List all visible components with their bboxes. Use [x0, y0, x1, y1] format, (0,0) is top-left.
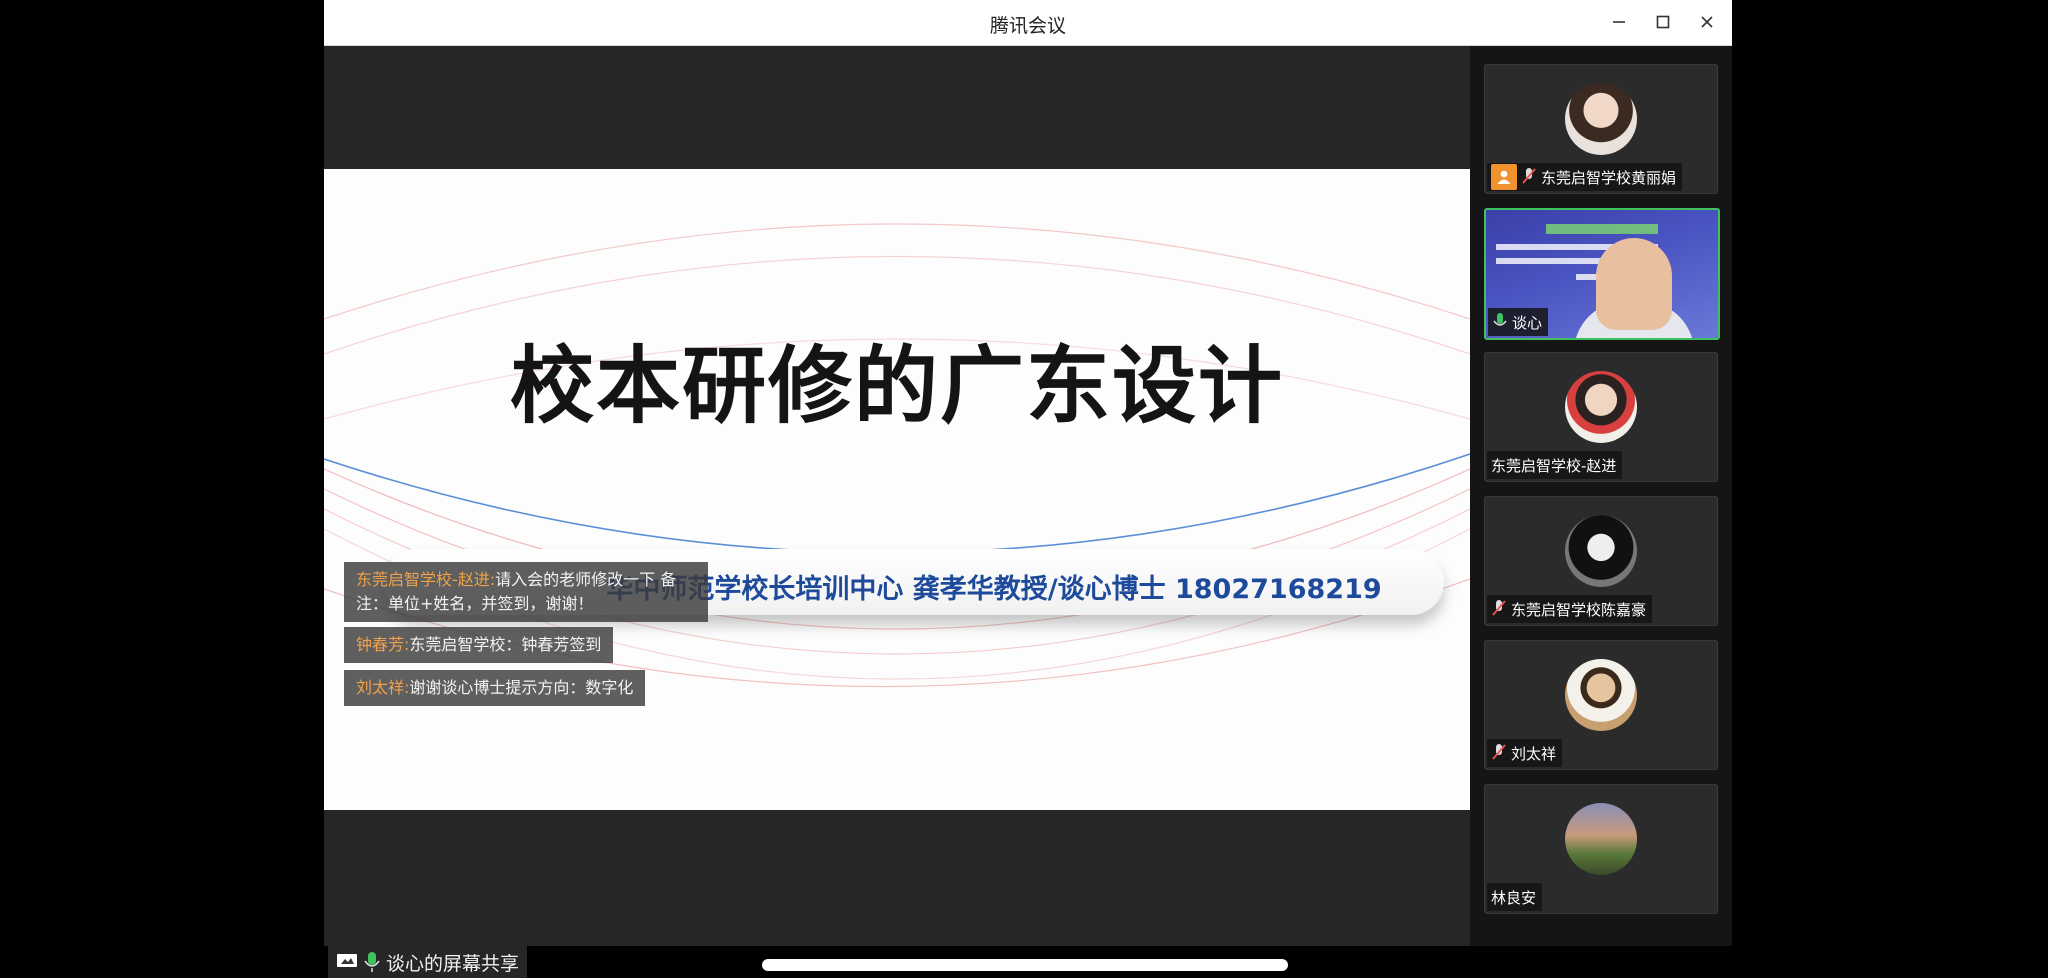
- chat-bubble: 钟春芳:东莞启智学校：钟春芳签到: [344, 627, 614, 663]
- microphone-icon: [364, 952, 380, 972]
- participant-tile[interactable]: 林良安: [1484, 784, 1718, 914]
- maximize-icon: [1656, 15, 1670, 29]
- participant-tile-active[interactable]: 谈心: [1484, 208, 1720, 340]
- participant-name: 东莞启智学校-赵进: [1491, 456, 1617, 475]
- participant-tile[interactable]: 东莞启智学校陈嘉豪: [1484, 496, 1718, 626]
- slide-title: 校本研修的广东设计: [509, 337, 1284, 435]
- participant-name: 谈心: [1512, 313, 1543, 332]
- participant-tile[interactable]: 东莞启智学校黄丽娟: [1484, 64, 1718, 194]
- participant-name-bar: 林良安: [1487, 883, 1543, 911]
- participant-name-bar: 谈心: [1488, 308, 1549, 336]
- slide-decoration-curves: [324, 223, 1470, 688]
- window-title: 腾讯会议: [989, 15, 1066, 37]
- avatar: [1565, 371, 1637, 443]
- screen-share-label: 谈心的屏幕共享: [386, 952, 520, 975]
- screen-share-icon: [337, 954, 357, 967]
- participant-name-bar: 刘太祥: [1487, 739, 1563, 767]
- mic-muted-icon: [1522, 168, 1536, 184]
- home-indicator[interactable]: [762, 959, 1288, 971]
- participant-panel: 东莞启智学校黄丽娟 谈心 东莞启智学校-赵进 东莞启智学校陈嘉豪 刘太祥 林良安: [1470, 46, 1732, 946]
- minimize-button[interactable]: [1602, 8, 1636, 36]
- chat-sender: 钟春芳:: [356, 635, 410, 654]
- participant-name: 林良安: [1491, 888, 1537, 907]
- participant-name: 东莞启智学校黄丽娟: [1541, 168, 1677, 187]
- minimize-icon: [1613, 21, 1625, 23]
- mic-muted-icon: [1492, 744, 1506, 760]
- chat-sender: 刘太祥:: [356, 678, 410, 697]
- microphone-icon: [1493, 313, 1507, 326]
- participant-name-bar: 东莞启智学校-赵进: [1487, 451, 1623, 479]
- chat-message: 东莞启智学校：钟春芳签到: [409, 635, 602, 654]
- participant-tile[interactable]: 东莞启智学校-赵进: [1484, 352, 1718, 482]
- participant-name: 刘太祥: [1511, 744, 1557, 763]
- participant-name-bar: 东莞启智学校黄丽娟: [1487, 163, 1683, 191]
- avatar: [1565, 515, 1637, 587]
- close-button[interactable]: [1690, 8, 1724, 36]
- shared-slide: 校本研修的广东设计 华中师范学校长培训中心 龚孝华教授/谈心博士 1802716…: [324, 169, 1470, 810]
- title-bar: 腾讯会议: [324, 0, 1732, 46]
- avatar: [1565, 83, 1637, 155]
- mic-muted-icon: [1492, 600, 1506, 616]
- chat-bubble: 东莞启智学校-赵进:请入会的老师修改一下 备注：单位+姓名，并签到，谢谢！: [344, 562, 708, 622]
- meeting-window: 腾讯会议 校本研修的广东设计 华中师范学校长培训中心 龚孝华教授/谈心博士 18…: [324, 0, 1732, 978]
- participant-tile[interactable]: 刘太祥: [1484, 640, 1718, 770]
- avatar: [1565, 803, 1637, 875]
- host-icon: [1497, 170, 1511, 184]
- close-icon: [1701, 16, 1713, 28]
- screen-share-status[interactable]: 谈心的屏幕共享: [328, 946, 528, 978]
- screen-share-area[interactable]: 校本研修的广东设计 华中师范学校长培训中心 龚孝华教授/谈心博士 1802716…: [324, 46, 1470, 978]
- chat-sender: 东莞启智学校-赵进:: [356, 570, 496, 589]
- chat-bubble: 刘太祥:谢谢谈心博士提示方向：数字化: [344, 670, 646, 706]
- host-badge: [1491, 164, 1517, 190]
- chat-message: 谢谢谈心博士提示方向：数字化: [409, 678, 634, 697]
- avatar: [1565, 659, 1637, 731]
- participant-name-bar: 东莞启智学校陈嘉豪: [1487, 595, 1653, 623]
- maximize-button[interactable]: [1646, 8, 1680, 36]
- participant-name: 东莞启智学校陈嘉豪: [1511, 600, 1647, 619]
